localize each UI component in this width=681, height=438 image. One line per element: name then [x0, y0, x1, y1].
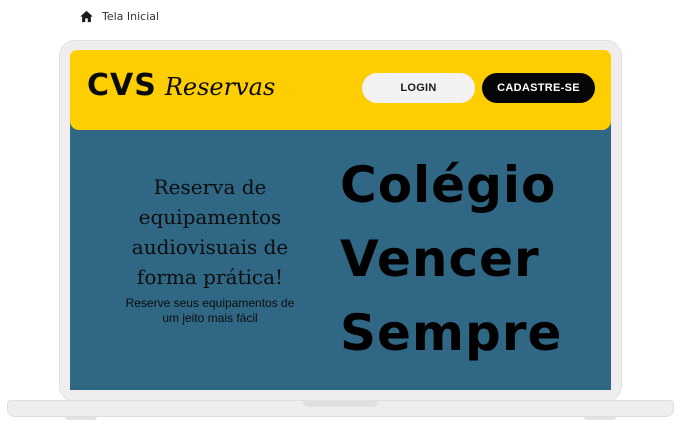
- signup-button[interactable]: CADASTRE-SE: [482, 73, 595, 103]
- school-name-word-3: Sempre: [340, 304, 563, 362]
- site-header: CVS Reservas LOGIN CADASTRE-SE: [70, 50, 611, 130]
- home-icon: [80, 10, 93, 22]
- school-name-word-1: Colégio: [340, 156, 557, 214]
- login-button[interactable]: LOGIN: [362, 73, 475, 103]
- hero-section: Reserva de equipamentos audiovisuais de …: [70, 120, 611, 390]
- logo-main-text: CVS: [87, 68, 157, 103]
- laptop-screen: CVS Reservas LOGIN CADASTRE-SE Reserva d…: [70, 50, 611, 390]
- logo-script-text: Reservas: [164, 73, 276, 101]
- hero-headline: Reserva de equipamentos audiovisuais de …: [131, 175, 289, 289]
- breadcrumb-label: Tela Inicial: [102, 9, 160, 23]
- laptop-foot-left: [65, 417, 97, 420]
- hero-subtitle: Reserve seus equipamentos de um jeito ma…: [125, 296, 295, 325]
- school-name-word-2: Vencer: [340, 230, 540, 288]
- laptop-foot-right: [584, 417, 616, 420]
- site-logo[interactable]: CVS Reservas: [87, 68, 275, 103]
- school-name: Colégio Vencer Sempre: [340, 148, 562, 370]
- breadcrumb[interactable]: Tela Inicial: [79, 7, 159, 25]
- hero-text-block: Reserva de equipamentos audiovisuais de …: [120, 172, 300, 326]
- laptop-notch: [303, 401, 378, 407]
